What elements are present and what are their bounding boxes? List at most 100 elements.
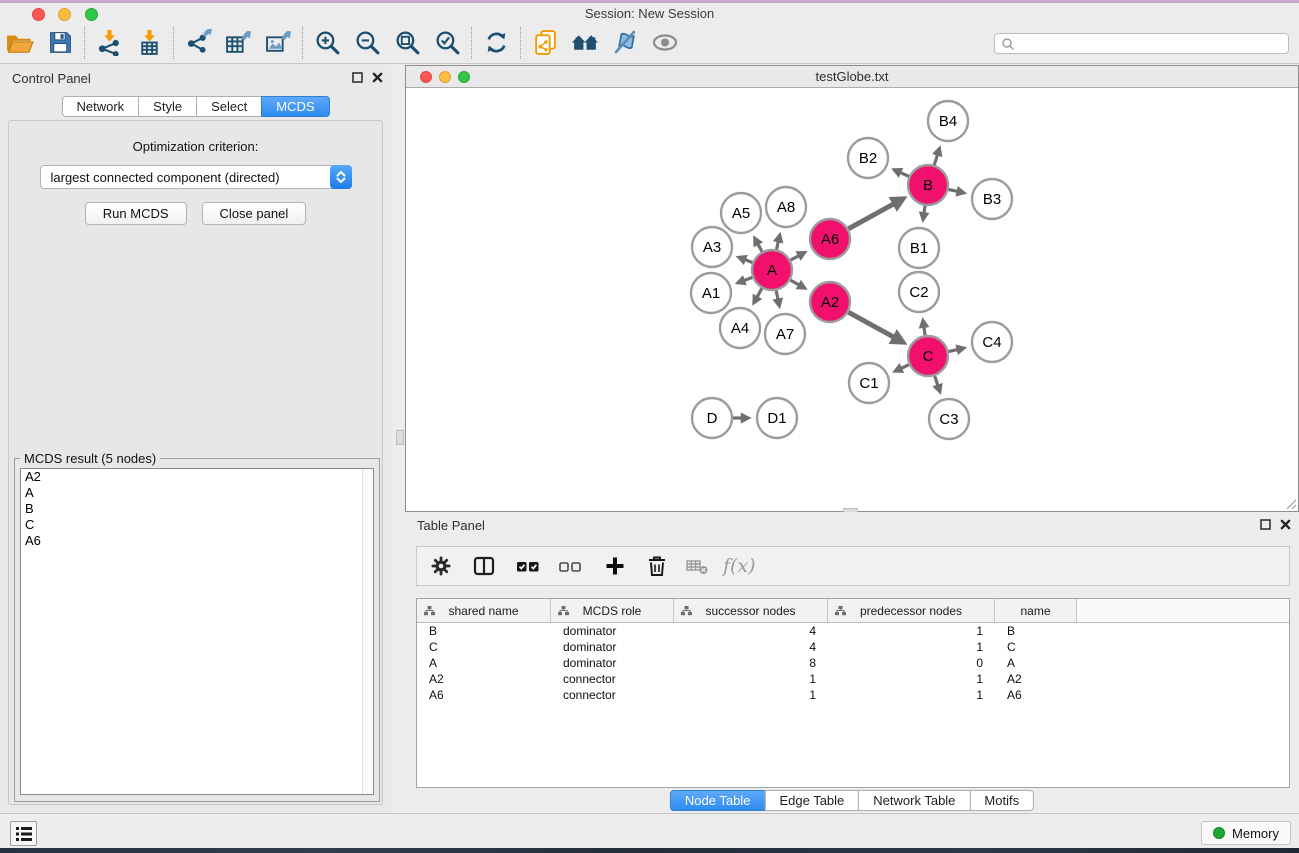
table-cell: A6 xyxy=(995,688,1077,702)
mcds-result-list[interactable]: A2ABCA6 xyxy=(20,468,374,795)
graph-edge-A-A4[interactable] xyxy=(754,288,762,302)
graph-node-label: C3 xyxy=(939,411,958,428)
float-panel-icon[interactable] xyxy=(352,72,363,83)
task-history-button[interactable] xyxy=(10,821,37,846)
graph-edge-B-B2[interactable] xyxy=(894,170,908,176)
column-type-icon xyxy=(424,606,435,616)
eye-icon[interactable] xyxy=(645,25,685,61)
search-input[interactable] xyxy=(1016,37,1288,51)
network-window-titlebar[interactable]: testGlobe.txt xyxy=(406,66,1298,88)
graph-edge-A-A6[interactable] xyxy=(791,253,805,260)
graph-edge-B-B4[interactable] xyxy=(934,149,939,165)
graph-edge-A-A7[interactable] xyxy=(776,291,779,306)
result-item[interactable]: B xyxy=(21,501,373,517)
tab-network[interactable]: Network xyxy=(61,96,139,117)
zoom-fit-icon[interactable] xyxy=(387,25,427,61)
run-mcds-button[interactable]: Run MCDS xyxy=(85,202,187,225)
open-session-icon[interactable] xyxy=(525,25,565,61)
column-header-MCDS-role[interactable]: MCDS role xyxy=(551,599,674,623)
export-network-icon[interactable] xyxy=(178,25,218,61)
import-table-icon[interactable] xyxy=(129,25,169,61)
import-network-icon[interactable] xyxy=(89,25,129,61)
table-cell: 1 xyxy=(828,688,995,702)
tab-motifs[interactable]: Motifs xyxy=(969,790,1034,811)
memory-button[interactable]: Memory xyxy=(1201,821,1291,845)
tab-select[interactable]: Select xyxy=(196,96,262,117)
network-canvas[interactable]: B4B2BB3A8A5A6B1A3AC2A1A2A4A7C4CC1C3DD1 xyxy=(406,88,1298,511)
graph-edge-A-A3[interactable] xyxy=(739,257,752,262)
graph-edge-C-C4[interactable] xyxy=(949,348,964,351)
open-file-icon[interactable] xyxy=(0,25,40,61)
graph-edge-C-C3[interactable] xyxy=(935,376,940,392)
tab-edge-table[interactable]: Edge Table xyxy=(764,790,859,811)
search-field[interactable] xyxy=(994,33,1289,54)
graph-edge-A-A5[interactable] xyxy=(755,238,762,251)
result-item[interactable]: A xyxy=(21,485,373,501)
graph-edge-A-A8[interactable] xyxy=(777,235,780,249)
table-row[interactable]: A2connector11A2 xyxy=(417,671,1289,687)
column-header-successor-nodes[interactable]: successor nodes xyxy=(674,599,828,623)
deselect-all-rows-icon[interactable] xyxy=(557,548,583,584)
table-cell: A6 xyxy=(417,688,551,702)
optimization-criterion-dropdown[interactable]: largest connected component (directed) xyxy=(40,165,352,189)
function-builder-button: f(x) xyxy=(723,548,756,584)
graph-node-label: C xyxy=(923,348,934,365)
close-panel-icon[interactable] xyxy=(372,72,383,83)
table-cell: 4 xyxy=(674,640,828,654)
node-table[interactable]: shared nameMCDS rolesuccessor nodesprede… xyxy=(416,598,1290,788)
delete-column-icon[interactable] xyxy=(646,548,668,584)
result-item[interactable]: A6 xyxy=(21,533,373,549)
tab-mcds[interactable]: MCDS xyxy=(261,96,329,117)
zoom-in-icon[interactable] xyxy=(307,25,347,61)
splitter-handle[interactable] xyxy=(396,430,404,445)
search-icon xyxy=(1000,36,1016,52)
tab-node-table[interactable]: Node Table xyxy=(670,790,766,811)
home-icon[interactable] xyxy=(565,25,605,61)
tab-style[interactable]: Style xyxy=(138,96,197,117)
graph-node-label: D1 xyxy=(767,410,786,427)
graph-edge-A-A2[interactable] xyxy=(790,280,804,288)
select-all-rows-icon[interactable] xyxy=(515,548,541,584)
column-type-icon xyxy=(681,606,692,616)
graph-edge-A6-B[interactable] xyxy=(848,199,902,229)
add-column-icon[interactable] xyxy=(603,548,627,584)
graph-edge-A2-C[interactable] xyxy=(848,312,902,342)
table-row[interactable]: Adominator80A xyxy=(417,655,1289,671)
status-bar: Memory xyxy=(0,813,1299,848)
resize-grip-icon[interactable] xyxy=(1285,498,1297,510)
graph-node-label: A4 xyxy=(731,320,749,337)
column-header-name[interactable]: name xyxy=(995,599,1077,623)
split-panel-icon[interactable] xyxy=(472,548,496,584)
table-row[interactable]: A6connector11A6 xyxy=(417,687,1289,703)
zoom-out-icon[interactable] xyxy=(347,25,387,61)
hide-details-icon[interactable] xyxy=(605,25,645,61)
network-window-title: testGlobe.txt xyxy=(406,69,1298,84)
save-session-icon[interactable] xyxy=(40,25,80,61)
column-type-icon xyxy=(558,606,569,616)
scrollbar-track[interactable] xyxy=(362,469,373,794)
column-header-shared-name[interactable]: shared name xyxy=(417,599,551,623)
close-panel-icon[interactable] xyxy=(1280,519,1291,530)
column-header-predecessor-nodes[interactable]: predecessor nodes xyxy=(828,599,995,623)
export-table-icon[interactable] xyxy=(218,25,258,61)
table-row[interactable]: Bdominator41B xyxy=(417,623,1289,639)
graph-edge-B-B3[interactable] xyxy=(949,189,964,192)
table-settings-icon[interactable] xyxy=(429,548,453,584)
graph-edge-C-C2[interactable] xyxy=(923,321,925,335)
float-panel-icon[interactable] xyxy=(1260,519,1271,530)
control-panel-title: Control Panel xyxy=(12,71,91,86)
column-type-icon xyxy=(835,606,846,616)
refresh-icon[interactable] xyxy=(476,25,516,61)
close-panel-button[interactable]: Close panel xyxy=(202,202,307,225)
graph-edge-C-C1[interactable] xyxy=(895,365,909,371)
result-item[interactable]: A2 xyxy=(21,469,373,485)
export-image-icon[interactable] xyxy=(258,25,298,61)
table-row[interactable]: Cdominator41C xyxy=(417,639,1289,655)
graph-node-label: A5 xyxy=(732,205,750,222)
graph-edge-B-B1[interactable] xyxy=(923,206,925,220)
graph-edge-A-A1[interactable] xyxy=(738,277,752,282)
result-item[interactable]: C xyxy=(21,517,373,533)
tab-network-table[interactable]: Network Table xyxy=(858,790,970,811)
toolbar-separator xyxy=(520,27,521,59)
zoom-selected-icon[interactable] xyxy=(427,25,467,61)
